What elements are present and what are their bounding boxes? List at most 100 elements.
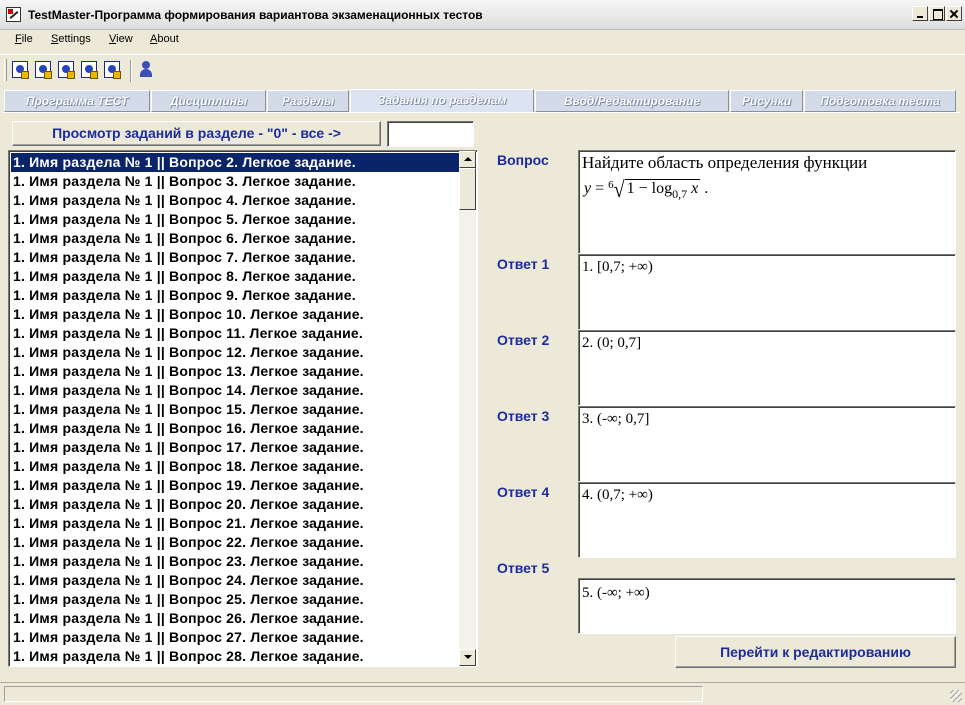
list-item[interactable]: 1. Имя раздела № 1 || Вопрос 8. Легкое з… bbox=[11, 267, 461, 286]
scroll-up-arrow-icon[interactable] bbox=[459, 151, 476, 168]
list-item[interactable]: 1. Имя раздела № 1 || Вопрос 16. Легкое … bbox=[11, 419, 461, 438]
list-item[interactable]: 1. Имя раздела № 1 || Вопрос 18. Легкое … bbox=[11, 457, 461, 476]
doc-icon[interactable] bbox=[81, 61, 98, 79]
list-item[interactable]: 1. Имя раздела № 1 || Вопрос 6. Легкое з… bbox=[11, 229, 461, 248]
list-item[interactable]: 1. Имя раздела № 1 || Вопрос 7. Легкое з… bbox=[11, 248, 461, 267]
toolbar-separator bbox=[130, 60, 132, 82]
menu-about-label: bout bbox=[157, 33, 179, 45]
task-list[interactable]: 1. Имя раздела № 1 || Вопрос 2. Легкое з… bbox=[8, 150, 478, 667]
list-item[interactable]: 1. Имя раздела № 1 || Вопрос 9. Легкое з… bbox=[11, 286, 461, 305]
formula-lhs: y bbox=[584, 180, 592, 197]
menu-file-mnemonic: F bbox=[15, 33, 22, 45]
list-item[interactable]: 1. Имя раздела № 1 || Вопрос 14. Легкое … bbox=[11, 381, 461, 400]
list-item[interactable]: 1. Имя раздела № 1 || Вопрос 4. Легкое з… bbox=[11, 191, 461, 210]
tab-program-test[interactable]: Программа ТЕСТ bbox=[4, 90, 150, 112]
answer-4-label: Ответ 4 bbox=[497, 484, 550, 500]
tab-test-preparation[interactable]: Подготовка теста bbox=[804, 90, 956, 112]
answer-2-box[interactable]: 2. (0; 0,7] bbox=[578, 330, 956, 406]
list-item[interactable]: 1. Имя раздела № 1 || Вопрос 12. Легкое … bbox=[11, 343, 461, 362]
question-formula: y = 6√ 1 − log0,7 x . bbox=[584, 176, 709, 202]
title-bar[interactable]: TestMaster-Программа формирования вариан… bbox=[0, 0, 965, 30]
list-item[interactable]: 1. Имя раздела № 1 || Вопрос 5. Легкое з… bbox=[11, 210, 461, 229]
list-item[interactable]: 1. Имя раздела № 1 || Вопрос 23. Легкое … bbox=[11, 552, 461, 571]
doc-icon[interactable] bbox=[104, 61, 121, 79]
tab-strip-border bbox=[2, 112, 960, 113]
scroll-down-arrow-icon[interactable] bbox=[459, 649, 476, 666]
menu-file[interactable]: File bbox=[15, 33, 33, 45]
question-box[interactable]: Найдите область определения функции y = … bbox=[578, 150, 956, 254]
formula-minus: − bbox=[638, 180, 648, 197]
formula-log-base: 0,7 bbox=[672, 187, 688, 201]
menu-file-label: ile bbox=[21, 33, 33, 45]
tab-input-edit[interactable]: Ввод/Редактирование bbox=[535, 90, 729, 112]
radical-sign-icon: √ bbox=[613, 177, 625, 203]
menu-settings[interactable]: Settings bbox=[51, 33, 91, 45]
menu-about[interactable]: About bbox=[150, 33, 179, 45]
list-item[interactable]: 1. Имя раздела № 1 || Вопрос 2. Легкое з… bbox=[11, 153, 461, 172]
tab-pictures[interactable]: Рисунки bbox=[730, 90, 803, 112]
menu-settings-label: ettings bbox=[58, 33, 91, 45]
menu-view-label: iew bbox=[116, 33, 133, 45]
toolbar bbox=[0, 54, 965, 86]
doc-icon[interactable] bbox=[58, 61, 75, 79]
list-item[interactable]: 1. Имя раздела № 1 || Вопрос 24. Легкое … bbox=[11, 571, 461, 590]
answer-4-text: 4. (0,7; +∞) bbox=[582, 487, 653, 503]
resize-grip-icon[interactable] bbox=[950, 690, 962, 702]
formula-equals: = bbox=[595, 180, 605, 197]
status-panel bbox=[4, 686, 703, 702]
answer-3-label: Ответ 3 bbox=[497, 408, 550, 424]
list-item[interactable]: 1. Имя раздела № 1 || Вопрос 13. Легкое … bbox=[11, 362, 461, 381]
answer-5-label: Ответ 5 bbox=[497, 560, 550, 576]
answer-2-label: Ответ 2 bbox=[497, 332, 550, 348]
formula-radicand: 1 − log0,7 x bbox=[624, 179, 701, 201]
list-item[interactable]: 1. Имя раздела № 1 || Вопрос 17. Легкое … bbox=[11, 438, 461, 457]
answer-5-box[interactable]: 5. (-∞; +∞) bbox=[578, 578, 956, 634]
list-item[interactable]: 1. Имя раздела № 1 || Вопрос 3. Легкое з… bbox=[11, 172, 461, 191]
list-item[interactable]: 1. Имя раздела № 1 || Вопрос 10. Легкое … bbox=[11, 305, 461, 324]
app-icon[interactable] bbox=[6, 7, 21, 22]
view-section-tasks-button[interactable]: Просмотр заданий в разделе - "0" - все -… bbox=[12, 121, 381, 146]
formula-one: 1 bbox=[626, 180, 635, 197]
minimize-button[interactable] bbox=[912, 6, 928, 21]
answer-4-box[interactable]: 4. (0,7; +∞) bbox=[578, 482, 956, 558]
list-item[interactable]: 1. Имя раздела № 1 || Вопрос 25. Легкое … bbox=[11, 590, 461, 609]
tab-sections[interactable]: Разделы bbox=[267, 90, 349, 112]
scroll-thumb[interactable] bbox=[459, 168, 476, 210]
answer-3-text: 3. (-∞; 0,7] bbox=[582, 411, 650, 427]
task-list-items: 1. Имя раздела № 1 || Вопрос 2. Легкое з… bbox=[11, 153, 461, 666]
doc-icon[interactable] bbox=[12, 61, 29, 79]
formula-log: log bbox=[651, 180, 673, 197]
menu-view[interactable]: View bbox=[109, 33, 133, 45]
list-item[interactable]: 1. Имя раздела № 1 || Вопрос 21. Легкое … bbox=[11, 514, 461, 533]
list-item[interactable]: 1. Имя раздела № 1 || Вопрос 19. Легкое … bbox=[11, 476, 461, 495]
go-to-editing-button[interactable]: Перейти к редактированию bbox=[675, 636, 956, 668]
section-number-input[interactable] bbox=[387, 121, 474, 147]
answer-1-text: 1. [0,7; +∞) bbox=[582, 259, 653, 275]
answer-3-box[interactable]: 3. (-∞; 0,7] bbox=[578, 406, 956, 482]
answer-2-text: 2. (0; 0,7] bbox=[582, 335, 642, 351]
list-item[interactable]: 1. Имя раздела № 1 || Вопрос 26. Легкое … bbox=[11, 609, 461, 628]
question-text: Найдите область определения функции bbox=[582, 153, 868, 172]
formula-variable: x bbox=[691, 180, 699, 197]
task-list-scrollbar[interactable] bbox=[459, 151, 476, 666]
list-item[interactable]: 1. Имя раздела № 1 || Вопрос 15. Легкое … bbox=[11, 400, 461, 419]
question-label: Вопрос bbox=[497, 152, 549, 168]
list-item[interactable]: 1. Имя раздела № 1 || Вопрос 27. Легкое … bbox=[11, 628, 461, 647]
user-icon[interactable] bbox=[138, 61, 154, 78]
formula-period: . bbox=[704, 180, 709, 197]
menu-bar bbox=[0, 30, 965, 50]
toolbar-grip[interactable] bbox=[4, 59, 7, 81]
doc-icon[interactable] bbox=[35, 61, 52, 79]
close-button[interactable] bbox=[946, 6, 962, 21]
list-item[interactable]: 1. Имя раздела № 1 || Вопрос 11. Легкое … bbox=[11, 324, 461, 343]
answer-1-box[interactable]: 1. [0,7; +∞) bbox=[578, 254, 956, 330]
maximize-button[interactable] bbox=[929, 6, 945, 21]
window-title: TestMaster-Программа формирования вариан… bbox=[28, 8, 483, 22]
list-item[interactable]: 1. Имя раздела № 1 || Вопрос 22. Легкое … bbox=[11, 533, 461, 552]
list-item[interactable]: 1. Имя раздела № 1 || Вопрос 28. Легкое … bbox=[11, 647, 461, 666]
tab-tasks-by-section[interactable]: Задания по разделам bbox=[350, 89, 534, 113]
answer-1-label: Ответ 1 bbox=[497, 256, 550, 272]
list-item[interactable]: 1. Имя раздела № 1 || Вопрос 20. Легкое … bbox=[11, 495, 461, 514]
tab-disciplines[interactable]: Дисциплины bbox=[151, 90, 266, 112]
answer-5-text: 5. (-∞; +∞) bbox=[582, 585, 650, 601]
